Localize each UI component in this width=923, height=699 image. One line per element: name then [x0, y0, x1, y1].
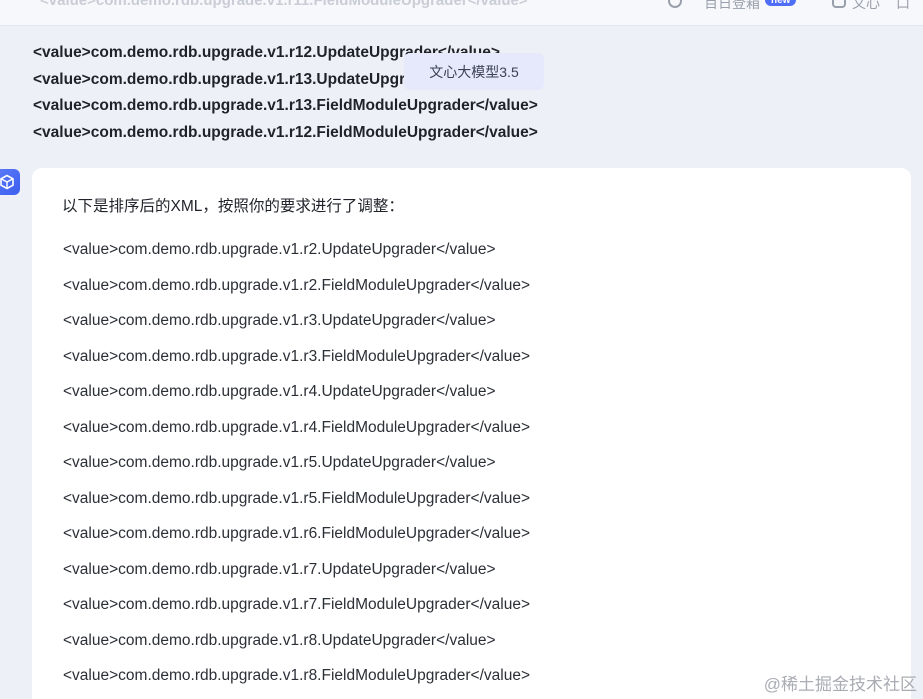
- cube-icon: [0, 174, 14, 190]
- new-badge: new: [765, 0, 797, 6]
- answer-line: <value>com.demo.rdb.upgrade.v1.r8.FieldM…: [63, 667, 531, 684]
- answer-line: <value>com.demo.rdb.upgrade.v1.r4.FieldM…: [63, 418, 531, 436]
- answer-line: <value>com.demo.rdb.upgrade.v1.r3.FieldM…: [63, 347, 531, 365]
- bot-avatar: [0, 169, 20, 195]
- answer-line: <value>com.demo.rdb.upgrade.v1.r5.FieldM…: [63, 489, 531, 507]
- model-tooltip: 文心大模型3.5: [404, 53, 544, 90]
- document-icon[interactable]: [832, 0, 846, 8]
- top-toolbar: <value>com.demo.rdb.upgrade.v1.r11.Field…: [0, 0, 923, 26]
- user-message-line-cut: <value>com.demo.rdb.upgrade.v1.r11.Field…: [40, 0, 528, 9]
- answer-intro: 以下是排序后的XML，按照你的要求进行了调整：: [62, 198, 404, 215]
- answer-line: <value>com.demo.rdb.upgrade.v1.r8.Update…: [63, 631, 496, 649]
- answer-line: <value>com.demo.rdb.upgrade.v1.r3.Update…: [63, 312, 496, 329]
- answer-line: <value>com.demo.rdb.upgrade.v1.r2.FieldM…: [63, 276, 531, 294]
- toolbar-partial-label-3[interactable]: 口: [896, 0, 910, 13]
- answer-line: <value>com.demo.rdb.upgrade.v1.r4.Update…: [63, 383, 496, 400]
- answer-line: <value>com.demo.rdb.upgrade.v1.r7.FieldM…: [63, 596, 531, 613]
- lightbulb-icon[interactable]: [668, 0, 682, 8]
- user-message-line: <value>com.demo.rdb.upgrade.v1.r13.Field…: [33, 97, 538, 115]
- toolbar-partial-label[interactable]: 百日登箱: [704, 0, 760, 13]
- answer-line: <value>com.demo.rdb.upgrade.v1.r2.Update…: [63, 241, 496, 258]
- watermark: @稀土掘金技术社区: [763, 675, 917, 694]
- user-message-line: <value>com.demo.rdb.upgrade.v1.r12.Field…: [33, 124, 538, 142]
- answer-card: 以下是排序后的XML，按照你的要求进行了调整： <value>com.demo.…: [32, 168, 911, 699]
- toolbar-partial-label-2[interactable]: 文心: [852, 0, 880, 13]
- answer-line: <value>com.demo.rdb.upgrade.v1.r6.FieldM…: [63, 525, 531, 542]
- answer-line: <value>com.demo.rdb.upgrade.v1.r7.Update…: [63, 560, 496, 578]
- answer-xml-list: <value>com.demo.rdb.upgrade.v1.r2.Update…: [63, 232, 530, 694]
- answer-line: <value>com.demo.rdb.upgrade.v1.r5.Update…: [63, 454, 496, 471]
